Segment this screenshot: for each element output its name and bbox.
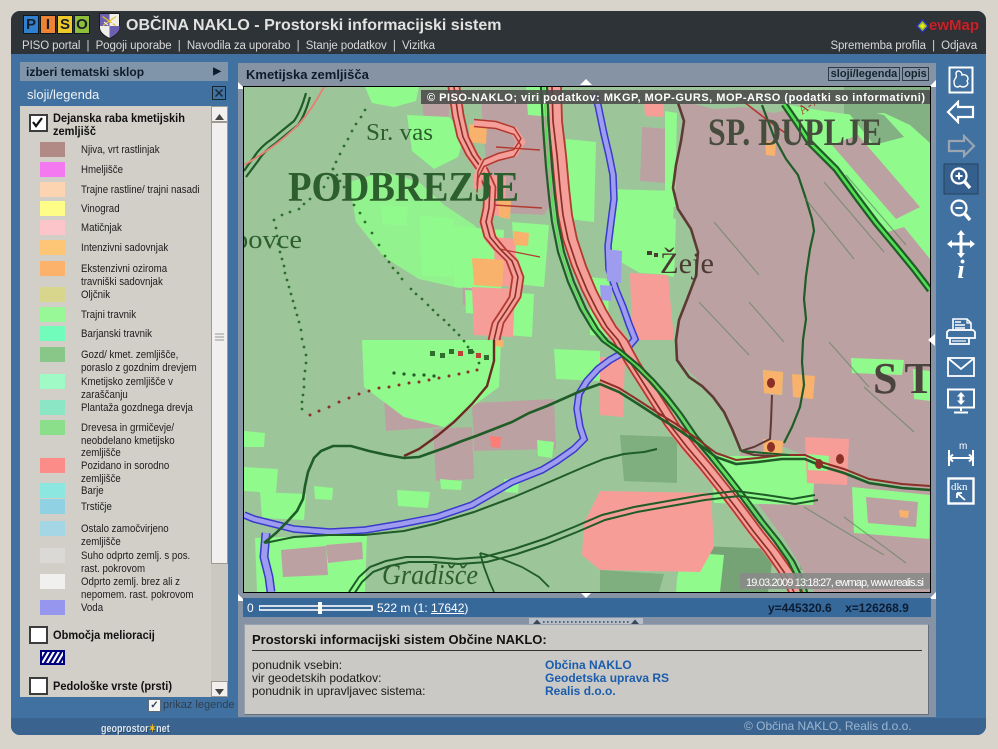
svg-text:19.03.2009 13:18:27, ewmap, ww: 19.03.2009 13:18:27, ewmap, www.realis.s…	[746, 577, 924, 589]
svg-text:© PISO-NAKLO; viri podatkov: M: © PISO-NAKLO; viri podatkov: MKGP, MOP-G…	[427, 92, 925, 104]
svg-text:SP. DUPLJE: SP. DUPLJE	[708, 111, 882, 154]
svg-text:dkn: dkn	[951, 481, 968, 493]
svg-text:STR: STR	[873, 354, 930, 403]
svg-text:Gradišče: Gradišče	[382, 560, 478, 591]
svg-text:Žeje: Žeje	[660, 247, 714, 280]
svg-text:povce: povce	[244, 225, 302, 254]
svg-text:Sr. vas: Sr. vas	[366, 120, 433, 146]
svg-text:m: m	[959, 441, 967, 452]
svg-text:PODBREZJE: PODBREZJE	[288, 165, 519, 211]
